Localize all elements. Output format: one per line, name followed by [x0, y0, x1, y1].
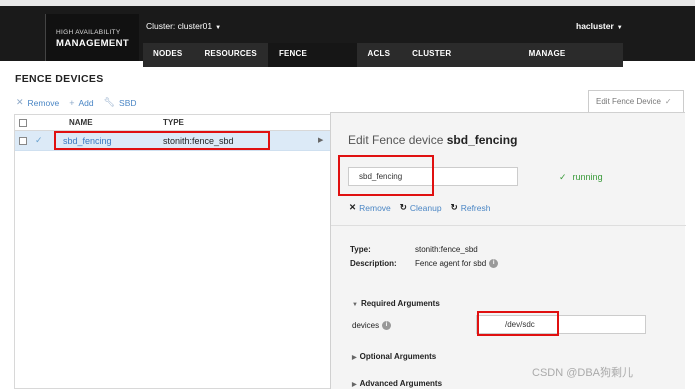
annotation-highlight-name-field: [338, 155, 434, 196]
panel-remove-label: Remove: [359, 202, 391, 213]
nav-manage-clusters[interactable]: MANAGE CLUSTERS: [518, 43, 623, 80]
column-header-type: TYPE: [163, 118, 184, 127]
triangle-right-icon: ▶: [352, 355, 357, 361]
status-text: running: [572, 172, 603, 182]
annotation-highlight-devices: [477, 311, 559, 336]
triangle-right-icon: ▶: [352, 382, 357, 388]
top-header: HIGH AVAILABILITY MANAGEMENT Cluster: cl…: [0, 0, 695, 80]
refresh-icon: ↻: [399, 202, 407, 212]
advanced-arguments-toggle[interactable]: ▶ Advanced Arguments: [352, 379, 442, 388]
triangle-down-icon: ▼: [352, 302, 358, 308]
chevron-right-icon: ▶: [318, 137, 324, 144]
wrench-icon: 🔧︎: [103, 97, 116, 107]
page-title: FENCE DEVICES: [15, 73, 104, 85]
close-icon: ✕: [16, 97, 24, 107]
optional-arguments-toggle[interactable]: ▶ Optional Arguments: [352, 352, 436, 361]
nav-resources[interactable]: RESOURCES: [193, 43, 267, 67]
refresh-label: Refresh: [460, 202, 491, 213]
column-header-name: NAME: [69, 118, 93, 127]
type-value: stonith:fence_sbd: [415, 245, 478, 254]
nav-acls[interactable]: ACLS: [357, 43, 402, 67]
panel-title-name: sbd_fencing: [446, 133, 518, 147]
annotation-highlight-name: [54, 131, 270, 150]
fence-toolbar: ✕ Remove + Add 🔧︎ SBD: [16, 97, 137, 108]
check-icon: ✓: [664, 97, 672, 106]
type-row: Type: stonith:fence_sbd: [350, 245, 478, 254]
panel-title: Edit Fence device sbd_fencing: [348, 133, 517, 147]
description-row: Description: Fence agent for sbd i: [350, 259, 499, 269]
status-indicator: ✓ running: [559, 172, 603, 183]
fence-device-table: NAME TYPE ✓ sbd_fencing stonith:fence_sb…: [14, 114, 330, 389]
caret-down-icon: ▼: [215, 25, 222, 31]
required-arguments-toggle[interactable]: ▼ Required Arguments: [352, 299, 440, 308]
nav-nodes[interactable]: NODES: [143, 43, 193, 67]
close-icon: ✕: [349, 202, 357, 212]
check-icon: ✓: [35, 135, 43, 145]
tab-edit-fence-device-label: Edit Fence Device: [596, 97, 661, 106]
description-value: Fence agent for sbd: [415, 259, 487, 268]
sbd-button[interactable]: 🔧︎ SBD: [104, 97, 137, 108]
add-button[interactable]: + Add: [69, 97, 93, 108]
check-icon: ✓: [559, 172, 567, 182]
edit-fence-device-panel: Edit Fence device sbd_fencing sbd_fencin…: [330, 112, 686, 389]
add-button-label: Add: [78, 97, 94, 108]
cluster-selector[interactable]: Cluster: cluster01 ▼: [146, 21, 221, 31]
panel-actions: ✕ Remove ↻ Cleanup ↻ Refresh: [349, 202, 490, 213]
cleanup-button[interactable]: ↻ Cleanup: [400, 202, 442, 213]
select-all-checkbox[interactable]: [19, 119, 27, 127]
panel-title-prefix: Edit Fence device: [348, 133, 444, 147]
plus-icon: +: [69, 97, 75, 108]
refresh-icon: ↻: [450, 202, 458, 212]
cleanup-label: Cleanup: [409, 202, 442, 213]
description-label: Description:: [350, 259, 397, 268]
brand-line1: HIGH AVAILABILITY: [56, 29, 121, 36]
devices-label-row: devices i: [352, 321, 392, 331]
tab-edit-fence-device[interactable]: Edit Fence Device ✓: [588, 90, 684, 112]
devices-label: devices: [352, 321, 380, 330]
sbd-button-label: SBD: [119, 97, 137, 108]
type-label: Type:: [350, 245, 371, 254]
info-icon[interactable]: i: [489, 259, 499, 269]
watermark: CSDN @DBA狗剩儿: [532, 367, 634, 379]
app-brand: HIGH AVAILABILITY MANAGEMENT: [45, 14, 139, 61]
table-header: NAME TYPE: [15, 115, 330, 131]
panel-remove-button[interactable]: ✕ Remove: [349, 202, 391, 213]
refresh-button[interactable]: ↻ Refresh: [451, 202, 491, 213]
user-menu[interactable]: hacluster ▼: [576, 21, 623, 31]
cluster-selector-label: Cluster: cluster01: [146, 21, 213, 31]
remove-button[interactable]: ✕ Remove: [16, 97, 59, 108]
caret-down-icon: ▼: [616, 25, 623, 31]
main-nav: NODES RESOURCES FENCE DEVICES ACLS CLUST…: [143, 43, 623, 80]
nav-cluster-properties[interactable]: CLUSTER PROPERTIES: [401, 43, 518, 80]
brand-line2: MANAGEMENT: [56, 38, 130, 49]
user-menu-label: hacluster: [576, 21, 614, 31]
optional-arguments-label: Optional Arguments: [359, 352, 437, 361]
required-arguments-label: Required Arguments: [360, 299, 440, 308]
divider: [331, 225, 686, 226]
advanced-arguments-label: Advanced Arguments: [359, 379, 443, 388]
row-checkbox[interactable]: [19, 137, 27, 145]
info-icon[interactable]: i: [382, 321, 392, 331]
nav-fence-devices[interactable]: FENCE DEVICES: [267, 43, 357, 80]
remove-button-label: Remove: [27, 97, 60, 108]
